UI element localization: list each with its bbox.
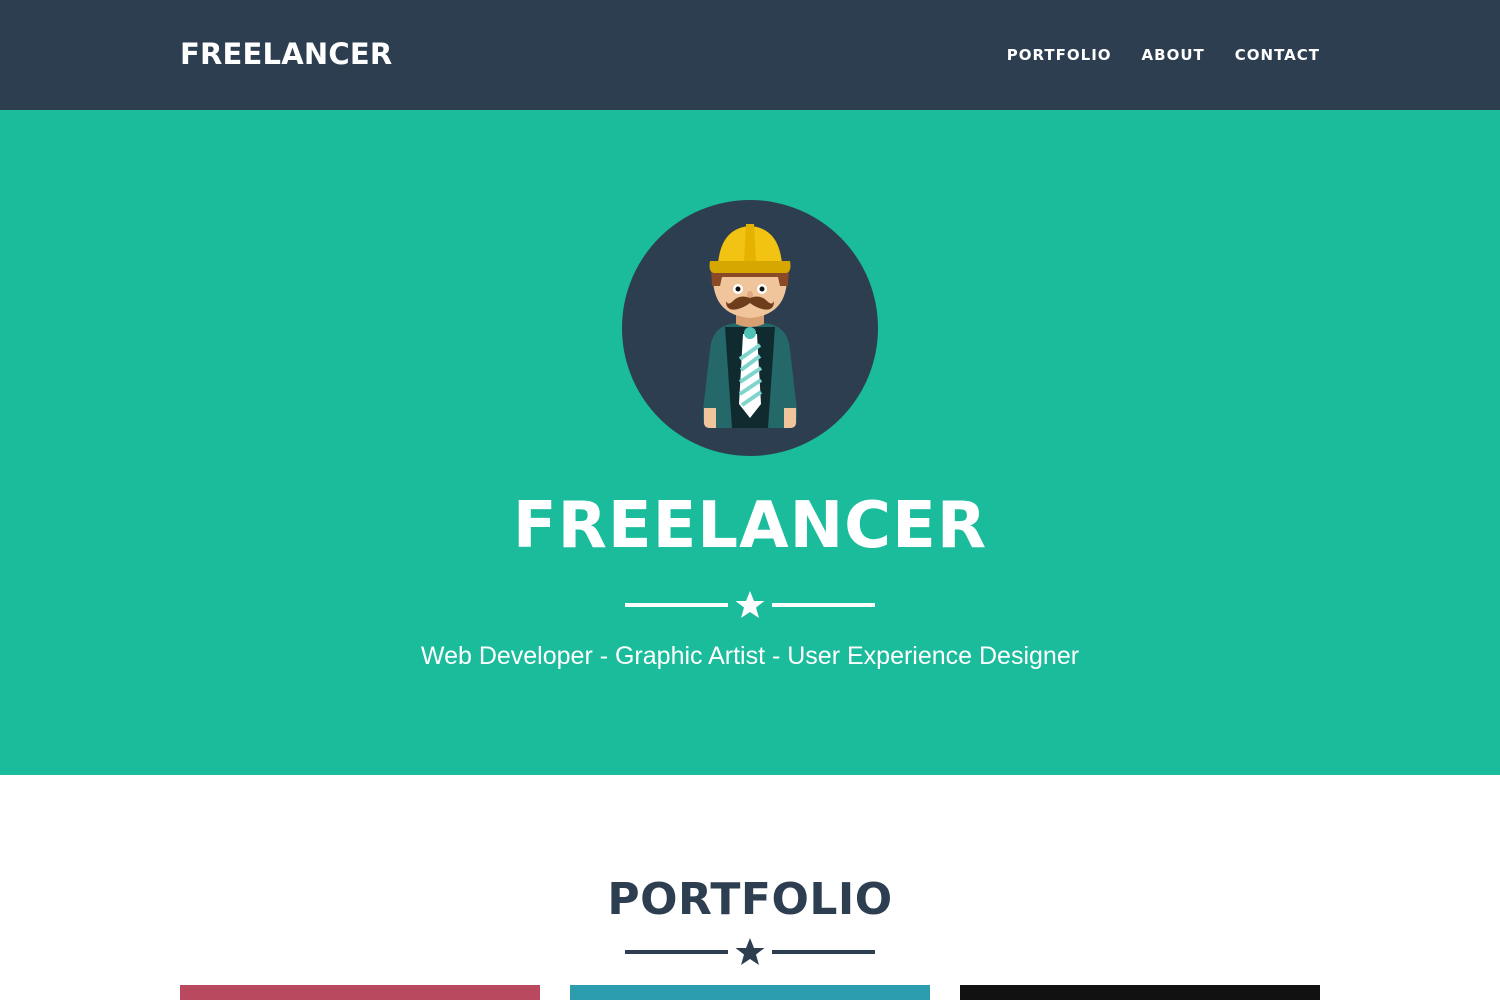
navbar: FREELANCER PORTFOLIO ABOUT CONTACT (0, 0, 1500, 110)
nav-link-contact[interactable]: CONTACT (1235, 45, 1320, 65)
avatar-illustration (622, 200, 878, 456)
portfolio-section: PORTFOLIO (0, 775, 1500, 1000)
nav-link-about[interactable]: ABOUT (1142, 45, 1205, 65)
portfolio-item-3[interactable] (960, 985, 1320, 1000)
brand-logo-link[interactable]: FREELANCER (180, 36, 392, 72)
star-icon (625, 938, 875, 965)
portfolio-divider (625, 937, 875, 967)
star-icon (625, 591, 875, 618)
nav-menu: PORTFOLIO ABOUT CONTACT (1007, 45, 1320, 65)
hero-section: FREELANCER Web Developer - Graphic Artis… (0, 110, 1500, 775)
nav-link-portfolio[interactable]: PORTFOLIO (1007, 45, 1112, 65)
portfolio-title: PORTFOLIO (607, 874, 893, 925)
hero-divider (625, 590, 875, 620)
hero-title: FREELANCER (512, 489, 988, 563)
portfolio-item-1[interactable] (180, 985, 540, 1000)
portfolio-item-2[interactable] (570, 985, 930, 1000)
avatar (622, 200, 878, 456)
hero-subtitle: Web Developer - Graphic Artist - User Ex… (420, 642, 1080, 670)
